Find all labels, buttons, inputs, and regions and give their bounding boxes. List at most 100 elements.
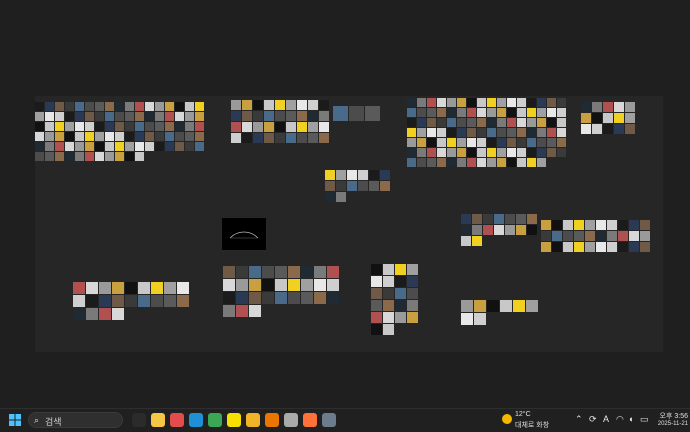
image-thumbnail[interactable]: [407, 158, 416, 167]
image-thumbnail[interactable]: [125, 142, 134, 151]
image-thumbnail[interactable]: [513, 300, 525, 312]
image-thumbnail[interactable]: [336, 181, 346, 191]
image-thumbnail[interactable]: [347, 170, 357, 180]
image-thumbnail[interactable]: [115, 122, 124, 131]
cluster-rims[interactable]: [223, 266, 343, 336]
image-thumbnail[interactable]: [236, 266, 248, 278]
image-thumbnail[interactable]: [395, 300, 406, 311]
image-thumbnail[interactable]: [286, 122, 296, 132]
image-board[interactable]: [35, 96, 663, 352]
image-thumbnail[interactable]: [99, 295, 111, 307]
image-thumbnail[interactable]: [297, 133, 307, 143]
image-thumbnail[interactable]: [447, 148, 456, 157]
image-thumbnail[interactable]: [517, 118, 526, 127]
image-thumbnail[interactable]: [145, 112, 154, 121]
image-thumbnail[interactable]: [231, 100, 241, 110]
image-thumbnail[interactable]: [500, 300, 512, 312]
image-thumbnail[interactable]: [457, 128, 466, 137]
image-thumbnail[interactable]: [165, 132, 174, 141]
image-thumbnail[interactable]: [85, 142, 94, 151]
image-thumbnail[interactable]: [297, 122, 307, 132]
image-thumbnail[interactable]: [574, 242, 584, 252]
image-thumbnail[interactable]: [369, 181, 379, 191]
image-thumbnail[interactable]: [371, 300, 382, 311]
image-thumbnail[interactable]: [629, 220, 639, 230]
image-thumbnail[interactable]: [85, 122, 94, 131]
image-thumbnail[interactable]: [253, 100, 263, 110]
cluster-details[interactable]: [371, 264, 429, 346]
image-thumbnail[interactable]: [85, 102, 94, 111]
image-thumbnail[interactable]: [308, 122, 318, 132]
image-thumbnail[interactable]: [407, 128, 416, 137]
image-thumbnail[interactable]: [75, 152, 84, 161]
image-thumbnail[interactable]: [138, 295, 150, 307]
image-thumbnail[interactable]: [472, 214, 482, 224]
image-thumbnail[interactable]: [477, 118, 486, 127]
image-thumbnail[interactable]: [474, 313, 486, 325]
image-thumbnail[interactable]: [527, 108, 536, 117]
image-thumbnail[interactable]: [487, 138, 496, 147]
image-thumbnail[interactable]: [262, 266, 274, 278]
image-thumbnail[interactable]: [427, 118, 436, 127]
image-thumbnail[interactable]: [177, 295, 189, 307]
image-thumbnail[interactable]: [125, 112, 134, 121]
image-thumbnail[interactable]: [135, 152, 144, 161]
image-thumbnail[interactable]: [358, 170, 368, 180]
image-thumbnail[interactable]: [371, 312, 382, 323]
image-thumbnail[interactable]: [537, 128, 546, 137]
image-thumbnail[interactable]: [603, 124, 613, 134]
image-thumbnail[interactable]: [105, 132, 114, 141]
image-thumbnail[interactable]: [547, 128, 556, 137]
image-thumbnail[interactable]: [505, 225, 515, 235]
image-thumbnail[interactable]: [417, 158, 426, 167]
image-thumbnail[interactable]: [125, 102, 134, 111]
cluster-parts-a[interactable]: [461, 214, 537, 280]
image-thumbnail[interactable]: [325, 192, 335, 202]
image-thumbnail[interactable]: [242, 111, 252, 121]
image-thumbnail[interactable]: [65, 102, 74, 111]
image-thumbnail[interactable]: [262, 279, 274, 291]
image-thumbnail[interactable]: [477, 158, 486, 167]
image-thumbnail[interactable]: [457, 148, 466, 157]
image-thumbnail[interactable]: [75, 112, 84, 121]
image-thumbnail[interactable]: [301, 292, 313, 304]
image-thumbnail[interactable]: [253, 133, 263, 143]
image-thumbnail[interactable]: [477, 138, 486, 147]
image-thumbnail[interactable]: [574, 220, 584, 230]
image-thumbnail[interactable]: [264, 122, 274, 132]
image-thumbnail[interactable]: [336, 192, 346, 202]
image-thumbnail[interactable]: [155, 102, 164, 111]
image-thumbnail[interactable]: [477, 98, 486, 107]
image-thumbnail[interactable]: [552, 231, 562, 241]
image-thumbnail[interactable]: [327, 292, 339, 304]
image-thumbnail[interactable]: [85, 152, 94, 161]
image-thumbnail[interactable]: [151, 295, 163, 307]
image-thumbnail[interactable]: [527, 225, 537, 235]
image-thumbnail[interactable]: [288, 266, 300, 278]
image-thumbnail[interactable]: [286, 111, 296, 121]
image-thumbnail[interactable]: [407, 148, 416, 157]
image-thumbnail[interactable]: [547, 118, 556, 127]
image-thumbnail[interactable]: [86, 295, 98, 307]
image-thumbnail[interactable]: [358, 181, 368, 191]
kakaotalk-icon[interactable]: [227, 413, 241, 427]
image-thumbnail[interactable]: [487, 98, 496, 107]
image-thumbnail[interactable]: [249, 266, 261, 278]
image-thumbnail[interactable]: [603, 113, 613, 123]
image-thumbnail[interactable]: [527, 138, 536, 147]
image-thumbnail[interactable]: [314, 266, 326, 278]
image-thumbnail[interactable]: [457, 108, 466, 117]
clock[interactable]: 오후 3:56 2025-11-21: [652, 411, 688, 429]
image-thumbnail[interactable]: [297, 100, 307, 110]
image-thumbnail[interactable]: [236, 279, 248, 291]
image-thumbnail[interactable]: [614, 124, 624, 134]
cluster-steering-wheels[interactable]: [73, 282, 197, 348]
image-thumbnail[interactable]: [253, 111, 263, 121]
image-thumbnail[interactable]: [383, 324, 394, 335]
image-thumbnail[interactable]: [487, 108, 496, 117]
image-thumbnail[interactable]: [585, 220, 595, 230]
image-thumbnail[interactable]: [417, 98, 426, 107]
image-thumbnail[interactable]: [145, 122, 154, 131]
image-thumbnail[interactable]: [457, 158, 466, 167]
image-thumbnail[interactable]: [308, 133, 318, 143]
